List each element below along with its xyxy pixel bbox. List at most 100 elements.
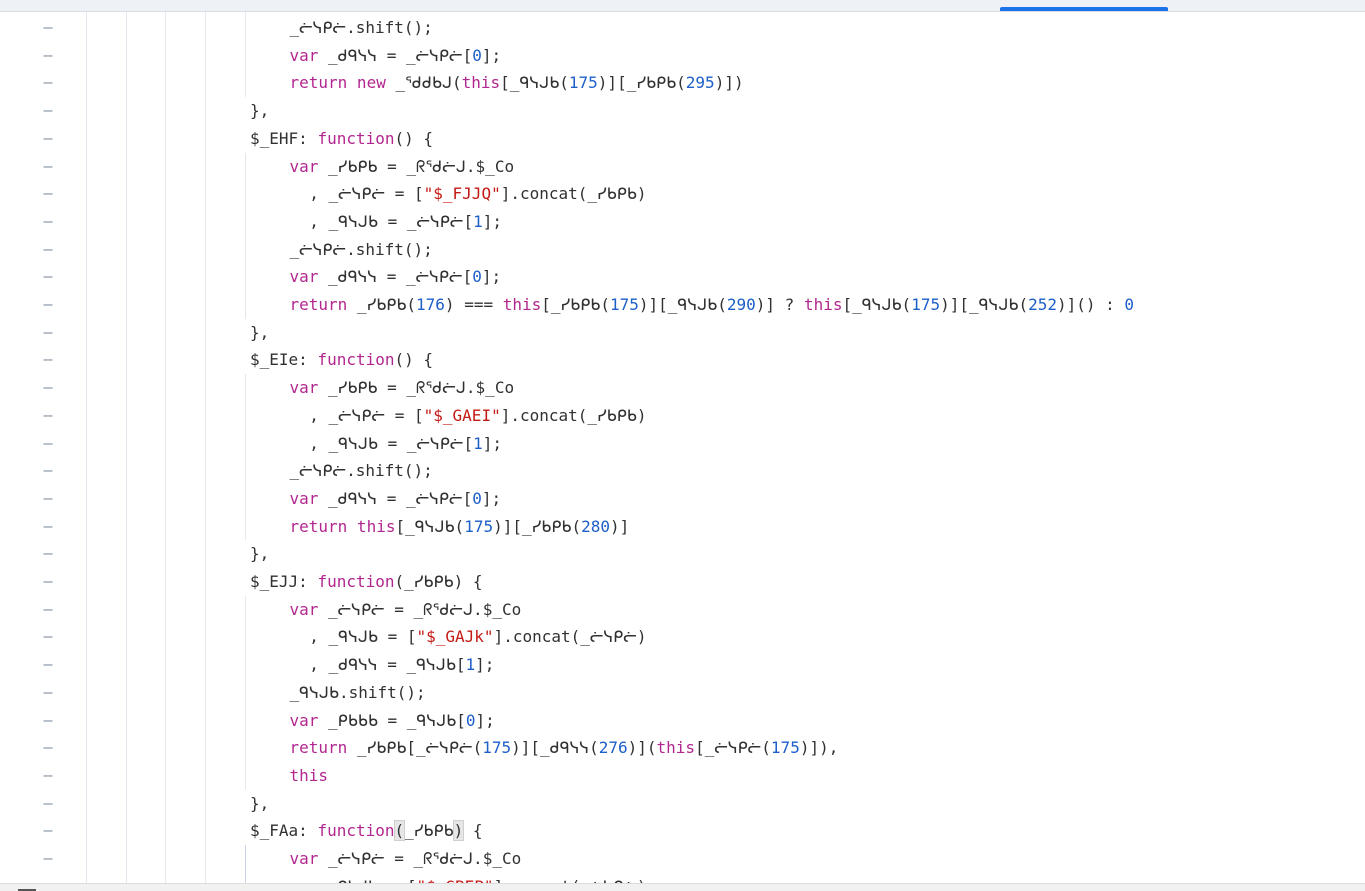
fold-marker[interactable]: – (42, 734, 54, 762)
code-token: this (289, 765, 329, 785)
tab-strip (0, 0, 1365, 12)
code-line: var _ᑯᑫᓭᓭ = _ᓖᓭᑭᓖ[0]; (290, 263, 502, 291)
code-token: ].concat(_ᓯᑲᑭᑲ) (500, 405, 647, 425)
code-token: ]; (482, 433, 502, 453)
code-line: , _ᑫᓭᒍᑲ = _ᓖᓭᑭᓖ[1]; (309, 208, 502, 236)
fold-marker[interactable]: – (42, 430, 54, 458)
fold-marker[interactable]: – (42, 153, 54, 181)
code-line: , _ᓖᓭᑭᓖ = ["$_FJJQ"].concat(_ᓯᑲᑭᑲ) (309, 180, 646, 208)
fold-marker[interactable]: – (42, 97, 54, 125)
code-token: 252 (1028, 295, 1057, 314)
code-token: _ᓯᑲᑭᑲ (404, 821, 454, 841)
fold-marker[interactable]: – (42, 208, 54, 236)
code-token: var (289, 378, 319, 398)
code-token: 276 (598, 738, 628, 758)
code-token: return (289, 738, 348, 758)
fold-marker[interactable]: – (42, 485, 54, 513)
code-token: _ᓯᑲᑭᑲ( (347, 295, 417, 314)
fold-marker[interactable]: – (42, 374, 54, 402)
code-line: return new _ᕐᑯᑯᑲᒍ(this[_ᑫᓭᒍᑲ(175)][_ᓯᑲᑭᑲ… (290, 69, 744, 97)
code-line: , _ᓖᓭᑭᓖ = ["$_GAEI"].concat(_ᓯᑲᑭᑲ) (309, 402, 646, 430)
code-token: ) === (444, 295, 503, 314)
code-token: ]; (482, 211, 502, 231)
code-line: }, (250, 790, 269, 818)
code-token: "$_FJJQ" (423, 184, 501, 204)
fold-marker[interactable]: – (42, 762, 54, 790)
fold-marker[interactable]: – (42, 125, 54, 153)
code-token: ) (452, 820, 465, 842)
code-token: var (289, 599, 319, 619)
fold-marker[interactable]: – (42, 817, 54, 845)
block-guide (245, 374, 246, 541)
code-token: 175 (609, 295, 639, 314)
code-token: [_ᓯᑲᑭᑲ( (541, 295, 610, 314)
code-token: ]; (481, 267, 502, 287)
code-line: _ᓖᓭᑭᓖ.shift(); (290, 457, 433, 485)
indent-guide (126, 12, 127, 883)
code-token: this (502, 295, 542, 314)
code-token: _ᑯᑫᓭᓭ = _ᓖᓭᑭᓖ[ (318, 45, 473, 65)
code-line: return _ᓯᑲᑭᑲ(176) === this[_ᓯᑲᑭᑲ(175)][_… (290, 291, 1135, 319)
code-token: _ᓯᑲᑭᑲ = _ᖇᕐᑯᓖᒍ.$_Co (318, 378, 515, 398)
fold-marker[interactable]: – (42, 790, 54, 818)
code-token: 1 (465, 655, 476, 675)
code-token: this (803, 295, 843, 314)
fold-marker[interactable]: – (42, 679, 54, 707)
code-token: _ᑯᑫᓭᓭ = _ᓖᓭᑭᓖ[ (318, 267, 473, 287)
fold-marker[interactable]: – (42, 291, 54, 319)
block-guide (245, 152, 246, 319)
fold-marker[interactable]: – (42, 263, 54, 291)
fold-marker[interactable]: – (42, 346, 54, 374)
code-token: )]), (799, 738, 839, 758)
active-tab-indicator[interactable] (1000, 7, 1168, 11)
fold-marker[interactable]: – (42, 568, 54, 596)
horizontal-scrollbar[interactable] (0, 883, 1365, 891)
code-token: return new (289, 73, 386, 93)
code-token: 175 (568, 73, 598, 93)
code-token: ].concat(_ᓯᑲᑭᑲ) (500, 184, 647, 204)
code-token: $_FAa: (250, 821, 318, 841)
code-token: , _ᓖᓭᑭᓖ = [ (309, 184, 424, 204)
code-token: )]( (627, 738, 657, 758)
fold-marker[interactable]: – (42, 540, 54, 568)
code-token: var (289, 45, 319, 65)
code-token: 280 (581, 516, 610, 536)
fold-marker[interactable]: – (42, 651, 54, 679)
code-token: , _ᑫᓭᒍᑲ = _ᓖᓭᑭᓖ[ (309, 211, 474, 231)
code-token: this (461, 73, 501, 93)
code-token: $_EIe: (250, 350, 318, 370)
code-token: )][_ᑫᓭᒍᑲ( (940, 295, 1029, 314)
fold-marker[interactable]: – (42, 180, 54, 208)
fold-marker[interactable]: – (42, 42, 54, 70)
fold-marker[interactable]: – (42, 513, 54, 541)
code-line: , _ᑫᓭᒍᑲ = _ᓖᓭᑭᓖ[1]; (309, 430, 502, 458)
fold-marker[interactable]: – (42, 69, 54, 97)
code-token: _ᑭᑲᑲᑲ = _ᑫᓭᒍᑲ[ (318, 710, 466, 730)
code-editor[interactable]: –––––––––––––––––––––––––––––––– _ᓖᓭᑭᓖ.s… (0, 12, 1365, 883)
code-token: 175 (770, 738, 800, 758)
code-token: [_ᑫᓭᒍᑲ( (395, 516, 465, 536)
code-token: _ᕐᑯᑯᑲᒍ( (385, 73, 462, 93)
code-token: 1 (473, 211, 483, 231)
fold-marker[interactable]: – (42, 845, 54, 873)
fold-marker[interactable]: – (42, 707, 54, 735)
code-token: return (289, 295, 348, 314)
code-token: }, (250, 793, 270, 813)
fold-marker[interactable]: – (42, 873, 54, 883)
code-token: _ᓖᓭᑭᓖ.shift(); (289, 239, 433, 259)
fold-marker[interactable]: – (42, 319, 54, 347)
code-token: }, (250, 101, 270, 121)
code-token: 0 (465, 710, 476, 730)
fold-marker[interactable]: – (42, 14, 54, 42)
code-line: , _ᑫᓭᒍᑲ = ["$_GBEP"].concat(_ᓖᓭᑭᓖ) (309, 873, 646, 883)
fold-marker[interactable]: – (42, 457, 54, 485)
fold-marker[interactable]: – (42, 596, 54, 624)
block-guide (245, 845, 246, 883)
code-token: 290 (726, 295, 756, 314)
code-token: 1 (473, 433, 483, 453)
fold-marker[interactable]: – (42, 402, 54, 430)
fold-marker[interactable]: – (42, 623, 54, 651)
code-token: _ᑫᓭᒍᑲ.shift(); (289, 682, 426, 702)
code-token: ]; (475, 710, 495, 730)
fold-marker[interactable]: – (42, 236, 54, 264)
